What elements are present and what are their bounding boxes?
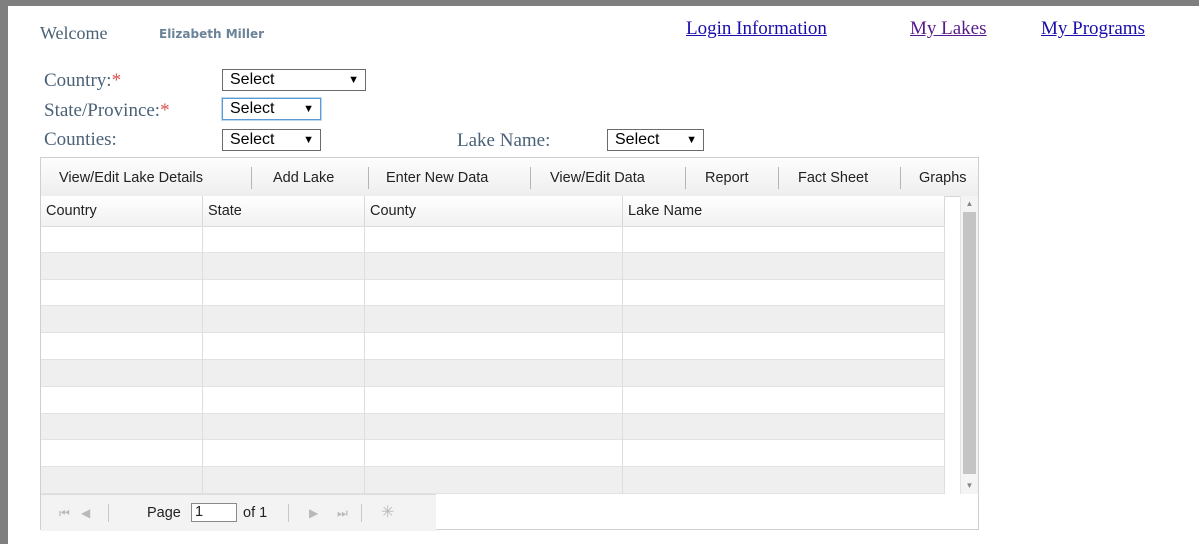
dropdown-arrow-icon: ▼ — [348, 74, 359, 86]
prev-page-icon[interactable]: ◀ — [81, 495, 90, 531]
pager-divider — [288, 504, 289, 522]
page-count: of 1 — [243, 505, 268, 521]
column-header-county[interactable]: County — [365, 196, 623, 226]
state-select-value: Select — [230, 100, 275, 117]
table-row[interactable] — [41, 387, 945, 414]
dropdown-arrow-icon: ▼ — [303, 103, 314, 115]
graphs-button[interactable]: Graphs — [919, 158, 967, 196]
scroll-down-icon[interactable]: ▼ — [961, 479, 978, 493]
report-button[interactable]: Report — [705, 158, 749, 196]
table-row[interactable] — [41, 226, 945, 253]
scroll-up-icon[interactable]: ▲ — [961, 197, 978, 211]
counties-select-value: Select — [230, 131, 275, 148]
state-label-text: State/Province: — [44, 100, 161, 121]
add-lake-button[interactable]: Add Lake — [273, 158, 334, 196]
column-divider — [622, 226, 623, 494]
country-select[interactable]: Select ▼ — [222, 69, 366, 91]
column-divider — [364, 226, 365, 494]
state-select[interactable]: Select ▼ — [222, 98, 321, 120]
table-row[interactable] — [41, 440, 945, 468]
required-mark: * — [111, 70, 122, 91]
lake-name-select[interactable]: Select ▼ — [607, 129, 704, 151]
toolbar-divider — [900, 167, 901, 189]
dropdown-arrow-icon: ▼ — [686, 134, 697, 146]
state-label: State/Province:* — [44, 100, 170, 122]
toolbar-divider — [368, 167, 369, 189]
welcome-text: Welcome — [40, 23, 108, 43]
first-page-icon[interactable]: ⏮ — [59, 495, 70, 531]
grid-header: Country State County Lake Name — [41, 196, 945, 227]
view-edit-lake-details-button[interactable]: View/Edit Lake Details — [59, 158, 203, 196]
my-lakes-link[interactable]: My Lakes — [910, 18, 987, 40]
dropdown-arrow-icon: ▼ — [303, 134, 314, 146]
user-name: Elizabeth Miller — [159, 27, 265, 41]
grid-toolbar: View/Edit Lake Details Add Lake Enter Ne… — [41, 158, 978, 197]
last-page-icon[interactable]: ⏭ — [337, 495, 348, 531]
lakes-grid: View/Edit Lake Details Add Lake Enter Ne… — [40, 157, 979, 531]
grid-body — [41, 226, 945, 494]
page-label: Page — [147, 505, 181, 521]
vertical-scrollbar[interactable]: ▲ ▼ — [960, 196, 978, 494]
toolbar-divider — [778, 167, 779, 189]
grid-pager: ⏮ ◀ Page 1 of 1 ▶ ⏭ ✳ — [41, 494, 436, 531]
loading-icon[interactable]: ✳ — [381, 495, 394, 531]
toolbar-divider — [685, 167, 686, 189]
lake-name-select-value: Select — [615, 131, 660, 148]
required-mark: * — [160, 100, 170, 121]
page-number-input[interactable]: 1 — [191, 503, 237, 522]
column-divider — [944, 226, 945, 494]
column-header-country[interactable]: Country — [41, 196, 203, 226]
column-header-state[interactable]: State — [203, 196, 365, 226]
login-information-link[interactable]: Login Information — [686, 18, 827, 40]
window-frame-left — [0, 0, 8, 544]
country-label-text: Country: — [44, 70, 112, 91]
enter-new-data-button[interactable]: Enter New Data — [386, 158, 488, 196]
pager-divider — [108, 504, 109, 522]
country-select-value: Select — [230, 71, 275, 88]
scrollbar-thumb[interactable] — [963, 212, 976, 474]
table-row[interactable] — [41, 280, 945, 307]
lake-name-label: Lake Name: — [457, 130, 551, 151]
table-row[interactable] — [41, 333, 945, 360]
country-label: Country:* — [44, 70, 121, 92]
table-row[interactable] — [41, 306, 945, 334]
my-programs-link[interactable]: My Programs — [1041, 18, 1145, 40]
fact-sheet-button[interactable]: Fact Sheet — [798, 158, 868, 196]
window-frame-top — [0, 0, 1199, 6]
toolbar-divider — [251, 167, 252, 189]
counties-select[interactable]: Select ▼ — [222, 129, 321, 151]
table-row[interactable] — [41, 252, 945, 280]
view-edit-data-button[interactable]: View/Edit Data — [550, 158, 645, 196]
pager-divider — [361, 504, 362, 522]
table-row[interactable] — [41, 467, 945, 494]
column-divider — [202, 226, 203, 494]
table-row[interactable] — [41, 360, 945, 387]
counties-label: Counties: — [44, 129, 117, 150]
next-page-icon[interactable]: ▶ — [309, 495, 318, 531]
column-header-lake-name[interactable]: Lake Name — [623, 196, 945, 226]
toolbar-divider — [530, 167, 531, 189]
table-row[interactable] — [41, 413, 945, 441]
